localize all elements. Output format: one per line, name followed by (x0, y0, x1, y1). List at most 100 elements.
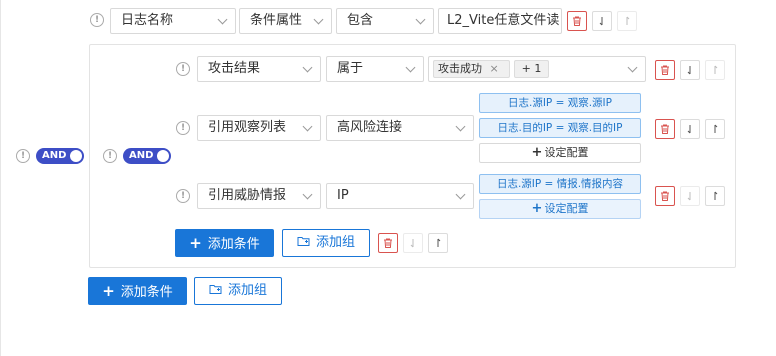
operator-value: 包含 (347, 13, 374, 28)
add-group-button[interactable]: 添加组 (194, 277, 282, 305)
mapping-text: 日志.目的IP = 观察.目的IP (497, 122, 623, 134)
add-condition-button[interactable]: + 添加条件 (175, 229, 274, 257)
operator-type-value: 条件属性 (250, 13, 303, 28)
left-divider (0, 0, 1, 356)
trash-icon (661, 65, 669, 75)
more-tags-count: + 1 (521, 62, 542, 75)
delete-button[interactable] (655, 60, 675, 80)
trash-icon (661, 124, 669, 134)
and-toggle-label: AND (42, 150, 67, 161)
info-icon[interactable]: ! (176, 62, 190, 76)
chevron-down-icon (302, 121, 313, 132)
mapping-tag[interactable]: 日志.源IP = 观察.源IP (479, 93, 641, 113)
chevron-down-icon (217, 14, 228, 25)
add-group-button[interactable]: 添加组 (282, 229, 370, 257)
config-button-label: 设定配置 (544, 146, 589, 159)
operator-value: 高风险连接 (337, 120, 403, 135)
move-down-button[interactable] (680, 186, 700, 206)
add-group-label: 添加组 (315, 235, 355, 250)
delete-group-button[interactable] (378, 233, 398, 253)
arrow-up-icon (437, 238, 441, 247)
operator-type-select[interactable]: 条件属性 (239, 8, 332, 34)
chevron-down-icon (313, 14, 324, 25)
delete-button[interactable] (655, 186, 675, 206)
mapping-tag[interactable]: 日志.源IP = 情报.情报内容 (479, 174, 641, 194)
operator-value: IP (337, 188, 349, 203)
operator-select[interactable]: 包含 (336, 8, 434, 34)
info-icon[interactable]: ! (176, 189, 190, 203)
arrow-down-icon (599, 17, 603, 26)
chevron-down-icon (415, 14, 426, 25)
value-tag: 攻击成功 × (433, 60, 510, 78)
outer-and-toggle[interactable]: AND (36, 148, 84, 164)
arrow-down-icon (410, 239, 414, 248)
close-icon[interactable]: × (490, 62, 499, 75)
add-condition-label: 添加条件 (120, 285, 173, 300)
plus-icon: + (189, 234, 202, 252)
move-down-button[interactable] (592, 11, 612, 31)
chevron-down-icon (455, 189, 466, 200)
plus-icon: + (102, 282, 115, 300)
arrow-up-icon (714, 124, 718, 133)
chevron-down-icon (405, 62, 416, 73)
operator-select[interactable]: IP (326, 183, 474, 209)
field-select-value: 引用观察列表 (208, 120, 287, 135)
value-input[interactable]: L2_Vite任意文件读 (438, 8, 562, 34)
field-select-value: 引用威胁情报 (208, 188, 287, 203)
folder-add-icon (209, 285, 222, 294)
delete-button[interactable] (567, 11, 587, 31)
mapping-tag[interactable]: 日志.目的IP = 观察.目的IP (479, 118, 641, 138)
field-select-value: 日志名称 (121, 13, 174, 28)
mapping-text: 日志.源IP = 情报.情报内容 (496, 178, 624, 190)
info-icon[interactable]: ! (16, 149, 30, 163)
arrow-up-icon (714, 191, 718, 200)
toggle-knob (70, 150, 82, 162)
info-icon[interactable]: ! (90, 13, 104, 27)
trash-icon (661, 191, 669, 201)
delete-button[interactable] (655, 119, 675, 139)
field-select[interactable]: 引用威胁情报 (197, 183, 321, 209)
trash-icon (573, 16, 581, 26)
add-group-label: 添加组 (227, 283, 267, 298)
move-down-button[interactable] (403, 233, 423, 253)
field-select[interactable]: 攻击结果 (197, 56, 321, 82)
toggle-knob (157, 150, 169, 162)
operator-select[interactable]: 高风险连接 (326, 115, 474, 141)
plus-icon: + (531, 145, 543, 160)
and-toggle-label: AND (129, 150, 154, 161)
move-down-button[interactable] (680, 119, 700, 139)
arrow-down-icon (687, 66, 691, 75)
plus-icon: + (531, 201, 543, 216)
move-up-button[interactable] (705, 186, 725, 206)
operator-select[interactable]: 属于 (326, 56, 424, 82)
mapping-text: 日志.源IP = 观察.源IP (507, 97, 612, 109)
more-tags-badge: + 1 (514, 60, 549, 78)
add-condition-label: 添加条件 (207, 237, 260, 252)
folder-add-icon (297, 237, 310, 246)
inner-and-toggle[interactable]: AND (123, 148, 171, 164)
config-button[interactable]: + 设定配置 (479, 143, 641, 163)
chevron-down-icon (302, 189, 313, 200)
info-icon[interactable]: ! (176, 121, 190, 135)
field-select[interactable]: 日志名称 (110, 8, 236, 34)
trash-icon (384, 238, 392, 248)
config-button-label: 设定配置 (544, 202, 589, 215)
field-select-value: 攻击结果 (208, 61, 261, 76)
move-up-button[interactable] (705, 119, 725, 139)
move-up-button[interactable] (617, 11, 637, 31)
arrow-up-icon (714, 65, 718, 74)
operator-value: 属于 (337, 61, 364, 76)
chevron-down-icon (302, 62, 313, 73)
move-up-button[interactable] (428, 233, 448, 253)
field-select[interactable]: 引用观察列表 (197, 115, 321, 141)
info-icon[interactable]: ! (103, 149, 117, 163)
value-tag-label: 攻击成功 (438, 62, 482, 75)
move-down-button[interactable] (680, 60, 700, 80)
config-button[interactable]: + 设定配置 (479, 199, 641, 219)
add-condition-button[interactable]: + 添加条件 (88, 277, 187, 305)
arrow-down-icon (687, 125, 691, 134)
move-up-button[interactable] (705, 60, 725, 80)
arrow-down-icon (687, 192, 691, 201)
chevron-down-icon (627, 62, 638, 73)
chevron-down-icon (455, 121, 466, 132)
